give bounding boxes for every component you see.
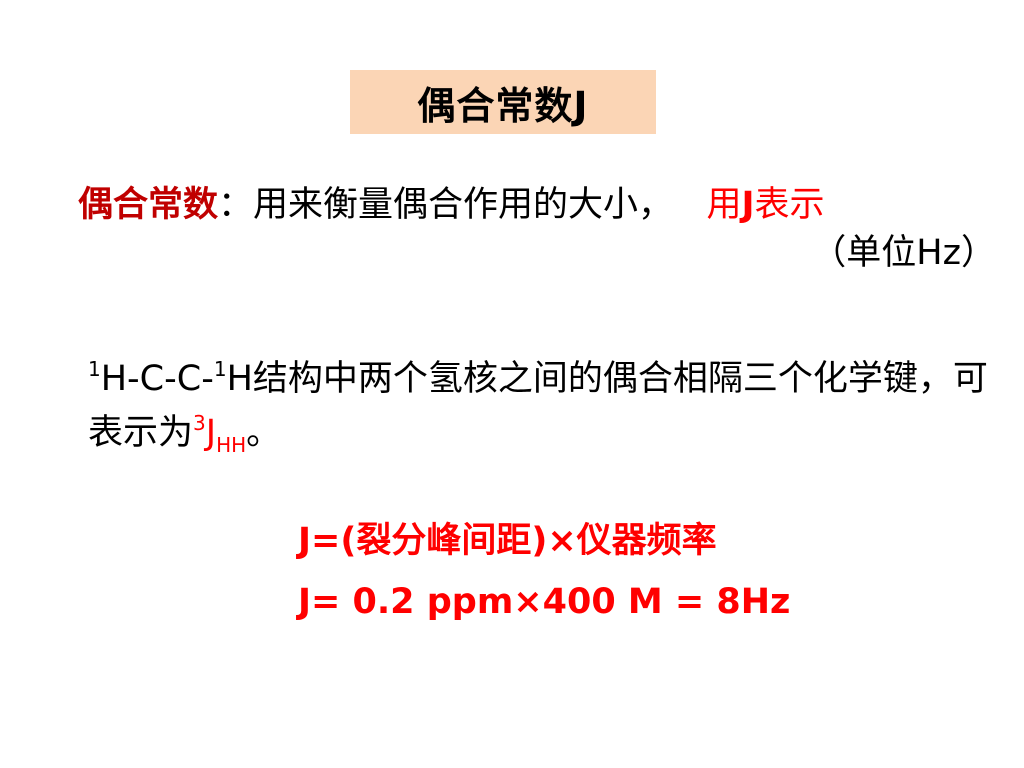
definition-term: 偶合常数 bbox=[78, 185, 219, 225]
coupling-paragraph: 1H-C-C-1H结构中两个氢核之间的偶合相隔三个化学键，可表示为3JHH。 bbox=[88, 352, 1008, 460]
formula-definition: J=(裂分峰间距)×仪器频率 bbox=[298, 521, 717, 561]
coupling-symbol: J bbox=[205, 413, 217, 453]
definition-text: 用来衡量偶合作用的大小， bbox=[253, 185, 674, 225]
bond-count-superscript: 3 bbox=[193, 411, 206, 435]
paragraph-part-1: H-C-C- bbox=[100, 359, 214, 399]
coupling-subscript: HH bbox=[216, 433, 247, 457]
definition-line: 偶合常数：用来衡量偶合作用的大小， 用J表示 bbox=[78, 182, 825, 228]
title-box: 偶合常数J bbox=[350, 70, 656, 134]
notation-symbol: J bbox=[741, 185, 755, 225]
isotope-superscript-1: 1 bbox=[88, 357, 101, 381]
definition-colon: ： bbox=[218, 185, 254, 225]
isotope-superscript-2: 1 bbox=[213, 357, 227, 381]
notation-suffix: 表示 bbox=[754, 185, 825, 225]
unit-note: （单位Hz） bbox=[811, 233, 996, 273]
paragraph-end: 。 bbox=[246, 413, 282, 453]
notation-prefix: 用 bbox=[706, 185, 742, 225]
slide-title: 偶合常数J bbox=[417, 83, 589, 128]
formula-example: J= 0.2 ppm×400 M = 8Hz bbox=[298, 582, 791, 622]
